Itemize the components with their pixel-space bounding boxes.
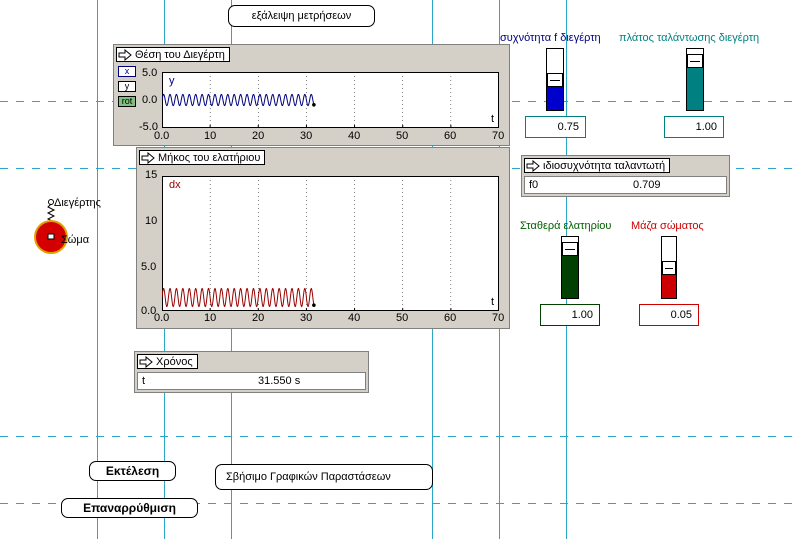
spring-length-chart [162, 176, 499, 311]
spring-constant-slider-label: Σταθερά ελατηρίου [520, 220, 612, 232]
reset-button[interactable]: Επαναρρύθμιση [61, 498, 198, 518]
slider-thumb[interactable] [662, 260, 676, 275]
x-tick-label: 20 [252, 130, 265, 142]
frequency-value-box[interactable]: 0.75 [525, 116, 586, 138]
mass-slider-label: Μάζα σώματος [631, 220, 704, 232]
x-tick-label: 70 [492, 312, 505, 324]
x-tick-label: 30 [300, 130, 313, 142]
series-line-y [162, 93, 315, 107]
y-tick-label: 10 [145, 215, 158, 227]
time-panel: Χρόνος t 31.550 s [134, 351, 369, 393]
x-tick-label: 10 [204, 312, 217, 324]
y-tick-label: 5.0 [142, 67, 158, 79]
driver-icon[interactable] [48, 199, 54, 205]
arrow-right-icon [139, 355, 153, 368]
x-tick-label: 40 [348, 312, 361, 324]
series-end-point [312, 303, 316, 307]
spring-length-title: Μήκος του ελατήριου [139, 150, 266, 165]
time-title: Χρόνος [137, 354, 198, 369]
arrow-right-icon [118, 48, 132, 61]
x-tick-label: 70 [492, 130, 505, 142]
spring-length-plot: dx t [162, 176, 499, 311]
driver-position-plot: y t [162, 72, 499, 128]
x-tick-label: 60 [444, 130, 457, 142]
body-label: Σώμα [61, 234, 90, 246]
driver-position-panel: Θέση του Διεγέρτη x y rot 5.0 0.0 -5.0 y… [113, 44, 510, 146]
y-tick-label: 5.0 [141, 261, 157, 273]
panel-title-text: Μήκος του ελατήριου [158, 151, 261, 164]
clear-graphs-button[interactable]: Σβήσιμο Γραφικών Παραστάσεων [215, 464, 433, 490]
readout-value: 0.709 [633, 179, 661, 191]
x-axis-ticks: 0.0 10 20 30 40 50 60 70 [154, 130, 504, 143]
amplitude-value-box[interactable]: 1.00 [664, 116, 724, 138]
driver-position-chart [162, 72, 499, 128]
x-tick-label: 40 [348, 130, 361, 142]
readout-var: t [142, 375, 146, 387]
x-tick-label: 20 [252, 312, 265, 324]
x-tick-label: 50 [396, 130, 409, 142]
panel-title-text: Θέση του Διεγέρτη [135, 48, 225, 61]
mass-value-box[interactable]: 0.05 [639, 304, 699, 326]
x-tick-label: 50 [396, 312, 409, 324]
slider-fill [562, 249, 578, 298]
readout-var: f0 [529, 179, 539, 191]
readout-value: 31.550 s [258, 375, 301, 387]
slider-fill [687, 61, 703, 110]
slider-thumb[interactable] [562, 242, 578, 257]
panel-title-text: ιδιοσυχνότητα ταλαντωτή [543, 159, 666, 172]
natural-frequency-panel: ιδιοσυχνότητα ταλαντωτή f0 0.709 [521, 155, 730, 197]
mass-slider[interactable] [661, 236, 677, 299]
spring-length-panel: Μήκος του ελατήριου 15 10 5.0 0.0 dx t 0… [136, 147, 510, 329]
run-button[interactable]: Εκτέλεση [89, 461, 176, 481]
slider-thumb[interactable] [687, 54, 703, 69]
amplitude-slider[interactable] [686, 48, 704, 111]
legend-rot-button[interactable]: rot [118, 96, 136, 107]
natural-frequency-readout: f0 0.709 [524, 176, 727, 194]
clear-measurements-button[interactable]: εξάλειψη μετρήσεων [228, 5, 375, 27]
x-tick-label: 30 [300, 312, 313, 324]
arrow-right-icon [526, 159, 540, 172]
x-tick-label: 60 [444, 312, 457, 324]
slider-thumb[interactable] [547, 72, 563, 87]
x-axis-ticks: 0.0 10 20 30 40 50 60 70 [154, 312, 504, 325]
natural-frequency-title: ιδιοσυχνότητα ταλαντωτή [524, 158, 671, 173]
driver-position-title: Θέση του Διεγέρτη [116, 47, 230, 62]
panel-title-text: Χρόνος [156, 355, 193, 368]
legend-x-button[interactable]: x [118, 66, 136, 77]
arrow-right-icon [141, 151, 155, 164]
series-line-dx [162, 287, 315, 308]
amplitude-slider-label: πλάτος ταλάντωσης διεγέρτη [619, 32, 760, 44]
driver-label: Διεγέρτης [54, 197, 101, 209]
y-tick-label: 0.0 [142, 94, 158, 106]
frequency-slider[interactable] [546, 48, 564, 111]
x-tick-label: 10 [204, 130, 217, 142]
spring-constant-slider[interactable] [561, 236, 579, 299]
series-end-point [312, 102, 316, 107]
x-tick-label: 0.0 [154, 130, 170, 142]
spring-constant-value-box[interactable]: 1.00 [540, 304, 600, 326]
time-readout: t 31.550 s [137, 372, 366, 390]
frequency-slider-label: συχνότητα f διεγέρτη [500, 32, 601, 44]
y-tick-label: 15 [145, 169, 158, 181]
legend-y-button[interactable]: y [118, 81, 136, 92]
x-tick-label: 0.0 [154, 312, 170, 324]
